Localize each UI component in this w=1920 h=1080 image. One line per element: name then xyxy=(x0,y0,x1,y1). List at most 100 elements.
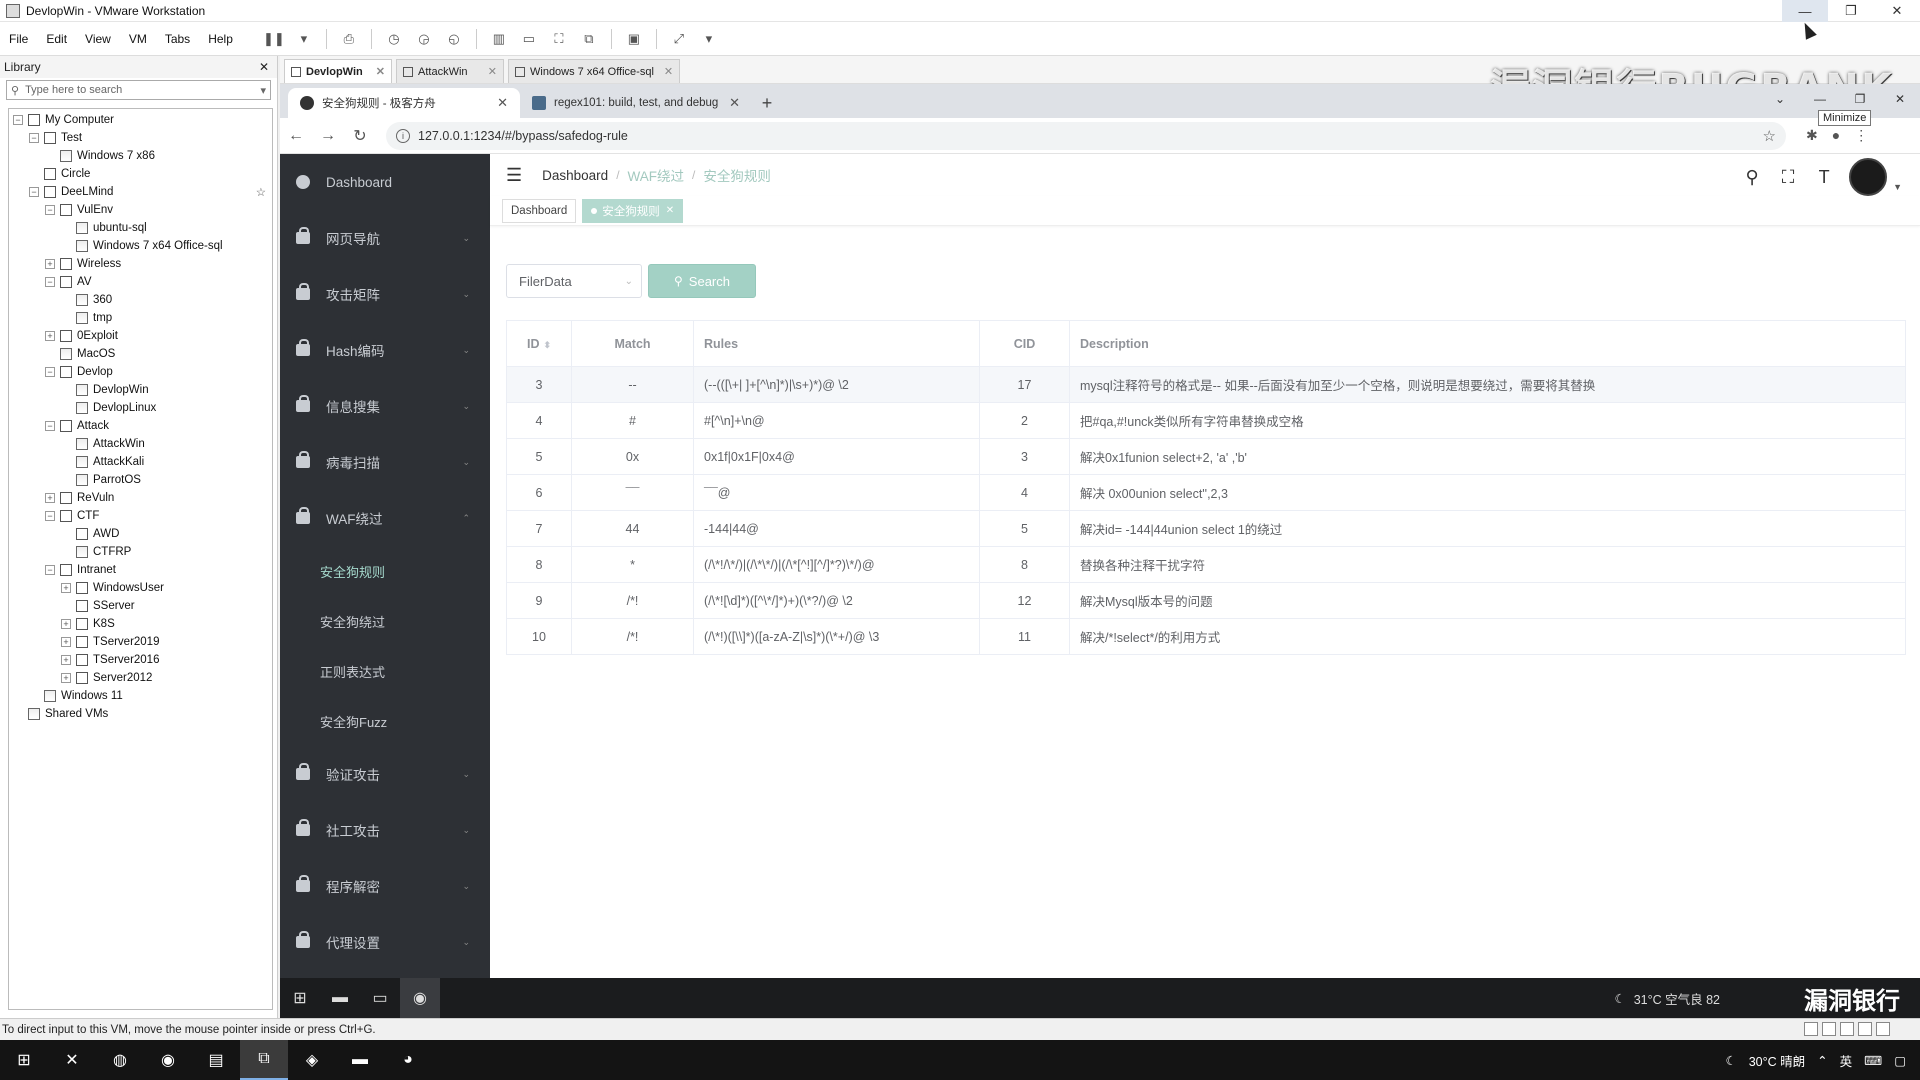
sidebar-subitem[interactable]: 安全狗Fuzz xyxy=(280,696,490,746)
breadcrumb-home[interactable]: Dashboard xyxy=(542,168,608,183)
sidebar-subitem[interactable]: 安全狗规则 xyxy=(280,546,490,596)
app-icon[interactable]: ◈ xyxy=(288,1040,336,1080)
windows-start-icon[interactable]: ⊞ xyxy=(0,1040,48,1080)
sidebar-subitem[interactable]: 安全狗绕过 xyxy=(280,596,490,646)
menu-tabs[interactable]: Tabs xyxy=(156,32,199,46)
tree-item[interactable]: − Devlop xyxy=(9,363,272,381)
tree-item[interactable]: + TServer2019 xyxy=(9,633,272,651)
tree-item[interactable]: DevlopLinux xyxy=(9,399,272,417)
chevron-up-icon[interactable]: ⌃ xyxy=(1817,1053,1827,1068)
tree-item[interactable]: + WindowsUser xyxy=(9,579,272,597)
new-tab-button[interactable]: + xyxy=(752,88,782,118)
sort-icon[interactable]: ⬍ xyxy=(543,340,551,350)
table-row[interactable]: 5 0x 0x1f|0x1F|0x4@ 3 解决0x1funion select+2, … xyxy=(506,438,1906,475)
sidebar-item[interactable]: 病毒扫描 ⌄ xyxy=(280,434,490,490)
favorite-star-icon[interactable]: ☆ xyxy=(256,185,266,199)
forward-icon[interactable]: → xyxy=(312,127,344,145)
menu-file[interactable]: File xyxy=(0,32,37,46)
caret-down-icon[interactable]: ▼ xyxy=(1893,182,1902,192)
expand-icon[interactable]: + xyxy=(61,655,71,665)
collapse-icon[interactable]: − xyxy=(29,187,39,197)
close-icon[interactable]: ✕ xyxy=(654,65,673,78)
tree-item[interactable]: − Attack xyxy=(9,417,272,435)
tree-item[interactable]: ubuntu-sql xyxy=(9,219,272,237)
sidebar-item[interactable]: Dashboard xyxy=(280,154,490,210)
tree-item[interactable]: Windows 11 xyxy=(9,687,272,705)
tree-item[interactable]: − DeeLMind ☆ xyxy=(9,183,272,201)
minimize-button[interactable]: — xyxy=(1782,0,1828,22)
close-icon[interactable]: ✕ xyxy=(497,95,508,111)
tab-search-icon[interactable]: ⌄ xyxy=(1760,84,1800,114)
usb-icon[interactable] xyxy=(1858,1022,1872,1036)
tree-item[interactable]: − VulEnv xyxy=(9,201,272,219)
tree-item[interactable]: − My Computer xyxy=(9,111,272,129)
sidebar-item[interactable]: 社工攻击 ⌄ xyxy=(280,802,490,858)
vmware-icon[interactable]: ⧉ xyxy=(240,1040,288,1080)
sidebar-item[interactable]: WAF绕过 ⌃ xyxy=(280,490,490,546)
windows-start-icon[interactable]: ⊞ xyxy=(280,978,320,1018)
file-explorer-icon[interactable]: ▬ xyxy=(320,978,360,1018)
sidebar-subitem[interactable]: 正则表达式 xyxy=(280,646,490,696)
dropdown-icon[interactable]: ▾ xyxy=(292,28,316,50)
tree-item[interactable]: Circle xyxy=(9,165,272,183)
collapse-icon[interactable]: − xyxy=(45,421,55,431)
ime-indicator[interactable]: 英 xyxy=(1840,1051,1853,1070)
tree-item[interactable]: + K8S xyxy=(9,615,272,633)
expand-icon[interactable]: + xyxy=(61,583,71,593)
close-icon[interactable]: ✕ xyxy=(666,205,674,216)
tree-item[interactable]: Windows 7 x86 xyxy=(9,147,272,165)
table-row[interactable]: 8 * (/\*!/\*/)|(/\*\*/)|(/\*[^!][^/]*?)\*/… xyxy=(506,546,1906,583)
browser-tab-regex101[interactable]: regex101: build, test, and debug ✕ xyxy=(520,88,752,118)
tree-item[interactable]: AttackWin xyxy=(9,435,272,453)
table-row[interactable]: 10/*! (/\*!)([\\]*)([a-zA-Z|\s]*)(\*+/)@ … xyxy=(506,618,1906,655)
tree-item[interactable]: − CTF xyxy=(9,507,272,525)
collapse-icon[interactable]: − xyxy=(45,565,55,575)
expand-icon[interactable]: + xyxy=(61,637,71,647)
vm-tab-win7-office-sql[interactable]: Windows 7 x64 Office-sql ✕ xyxy=(508,59,681,83)
tree-item[interactable]: + ReVuln xyxy=(9,489,272,507)
tree-item[interactable]: MacOS xyxy=(9,345,272,363)
fullscreen-icon[interactable]: ⛶ xyxy=(1777,167,1799,188)
console-view-icon[interactable]: ▣ xyxy=(622,28,646,50)
unity-icon[interactable]: ⧉ xyxy=(577,28,601,50)
guest-display[interactable]: DevlopWin ✕ AttackWin ✕ Windows 7 x64 Of… xyxy=(280,56,1920,1018)
table-row[interactable]: 4 # #[^\n]+\n@ 2 把#qa,#!unck类似所有字符串替换成空格 xyxy=(506,402,1906,439)
tree-item[interactable]: SServer xyxy=(9,597,272,615)
collapse-icon[interactable]: − xyxy=(13,115,23,125)
expand-icon[interactable]: + xyxy=(45,259,55,269)
menu-kebab-icon[interactable]: ⋮ xyxy=(1854,127,1868,144)
chrome-icon[interactable]: ◉ xyxy=(400,978,440,1018)
tree-item[interactable]: + Wireless xyxy=(9,255,272,273)
menu-help[interactable]: Help xyxy=(199,32,242,46)
collapse-icon[interactable]: − xyxy=(45,367,55,377)
snapshot-icon[interactable]: ◷ xyxy=(382,28,406,50)
tree-item[interactable]: + Server2012 xyxy=(9,669,272,687)
hdd-icon[interactable] xyxy=(1804,1022,1818,1036)
vm-tab-attackwin[interactable]: AttackWin ✕ xyxy=(396,59,504,83)
send-ctrl-alt-del-icon[interactable]: ⎙ xyxy=(337,28,361,50)
notepad-icon[interactable]: ▤ xyxy=(192,1040,240,1080)
sidebar-item[interactable]: 代理设置 ⌄ xyxy=(280,914,490,970)
extensions-icon[interactable]: ✱ xyxy=(1806,127,1818,144)
collapse-icon[interactable]: − xyxy=(45,277,55,287)
search-button[interactable]: ⚲ Search xyxy=(648,264,756,298)
sidebar-item[interactable]: 攻击矩阵 ⌄ xyxy=(280,266,490,322)
pause-icon[interactable]: ❚❚ xyxy=(262,28,286,50)
display-icon[interactable] xyxy=(1876,1022,1890,1036)
close-button[interactable]: ✕ xyxy=(1880,84,1920,114)
reload-icon[interactable]: ↻ xyxy=(344,126,376,146)
hamburger-icon[interactable]: ☰ xyxy=(506,165,522,186)
expand-icon[interactable]: + xyxy=(61,619,71,629)
tree-item[interactable]: ParrotOS xyxy=(9,471,272,489)
sidebar-item[interactable]: 网页导航 ⌄ xyxy=(280,210,490,266)
menu-vm[interactable]: VM xyxy=(120,32,156,46)
vm-tab-devlopwin[interactable]: DevlopWin ✕ xyxy=(284,59,392,83)
close-icon[interactable]: ✕ xyxy=(478,65,497,78)
tree-item[interactable]: + TServer2016 xyxy=(9,651,272,669)
browser-icon[interactable]: ◍ xyxy=(96,1040,144,1080)
site-info-icon[interactable]: i xyxy=(396,128,410,143)
bookmark-star-icon[interactable]: ☆ xyxy=(1763,127,1776,145)
avatar[interactable] xyxy=(1849,158,1888,196)
sidebar-item[interactable]: 信息搜集 ⌄ xyxy=(280,378,490,434)
cdrom-icon[interactable] xyxy=(1822,1022,1836,1036)
